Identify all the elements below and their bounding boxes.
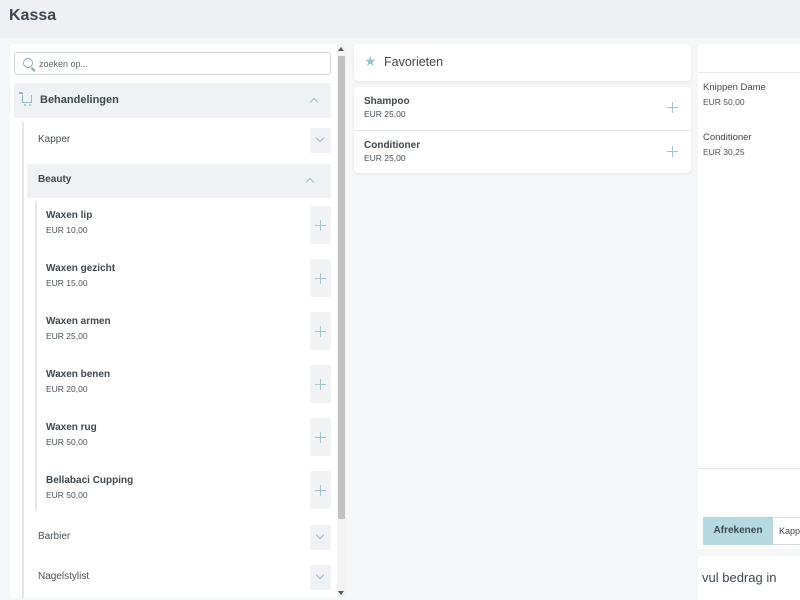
- plus-icon[interactable]: [667, 102, 678, 113]
- service-item: Bellabaci Cupping EUR 50,00: [39, 467, 331, 517]
- favorite-name: Conditioner: [364, 140, 421, 151]
- favorites-header: ★ Favorieten: [354, 44, 691, 81]
- service-price: EUR 50,00: [46, 490, 88, 500]
- category-header-behandelingen[interactable]: Behandelingen: [14, 83, 331, 118]
- scrollbar[interactable]: [337, 44, 346, 598]
- cart-icon: [19, 92, 32, 106]
- expand-button[interactable]: [310, 128, 331, 153]
- search-icon: [23, 58, 33, 68]
- service-name: Waxen benen: [46, 369, 111, 380]
- cart-divider: [698, 468, 800, 469]
- service-name: Bellabaci Cupping: [46, 475, 134, 486]
- add-button[interactable]: [310, 259, 331, 297]
- favorite-item[interactable]: Shampoo EUR 25,00: [354, 87, 691, 130]
- scroll-down-arrow-icon[interactable]: [338, 591, 344, 595]
- service-item: Waxen armen EUR 25,00: [39, 308, 331, 358]
- plus-icon: [315, 273, 326, 284]
- subcategory-label: Barbier: [38, 531, 71, 542]
- service-name: Waxen lip: [46, 210, 93, 221]
- service-price: EUR 20,00: [46, 384, 88, 394]
- scrollbar-thumb[interactable]: [338, 56, 345, 519]
- cart-line-name: Conditioner: [703, 132, 752, 143]
- service-item: Waxen lip EUR 10,00: [39, 202, 331, 252]
- top-bar: Kassa: [0, 0, 800, 38]
- favorite-price: EUR 25,00: [364, 153, 406, 163]
- plus-icon: [315, 432, 326, 443]
- cart-line-price: EUR 50,00: [703, 97, 745, 107]
- checkout-button[interactable]: Afrekenen: [703, 517, 773, 545]
- service-price: EUR 50,00: [46, 437, 88, 447]
- add-button[interactable]: [310, 206, 331, 244]
- cart-header: [698, 44, 800, 73]
- search-input[interactable]: [39, 55, 324, 72]
- cart-panel: Knippen Dame EUR 50,00 Conditioner EUR 3…: [698, 44, 800, 549]
- add-button[interactable]: [310, 418, 331, 456]
- chevron-down-icon: [315, 133, 325, 143]
- plus-icon[interactable]: [667, 146, 678, 157]
- add-button[interactable]: [310, 365, 331, 403]
- subcategory-kapper[interactable]: Kapper: [27, 124, 331, 158]
- chevron-down-icon: [315, 530, 325, 540]
- service-price: EUR 10,00: [46, 225, 88, 235]
- favorites-list: Shampoo EUR 25,00 Conditioner EUR 25,00: [354, 87, 691, 173]
- service-price: EUR 15,00: [46, 278, 88, 288]
- plus-icon: [315, 485, 326, 496]
- staff-tab[interactable]: Kappers: [773, 517, 800, 545]
- service-price: EUR 25,00: [46, 331, 88, 341]
- favorite-item[interactable]: Conditioner EUR 25,00: [354, 130, 691, 173]
- subcategory-barbier[interactable]: Barbier: [27, 521, 331, 555]
- tree-line-beauty: [35, 201, 37, 511]
- subcategory-nagelstylist[interactable]: Nagelstylist: [27, 561, 331, 595]
- subcategory-label: Beauty: [38, 174, 72, 185]
- service-catalog-panel: Behandelingen Kapper Beauty Waxen lip EU…: [10, 44, 346, 598]
- cart-line-name: Knippen Dame: [703, 82, 766, 93]
- expand-button[interactable]: [310, 565, 331, 590]
- app-title: Kassa: [9, 7, 57, 24]
- favorite-name: Shampoo: [364, 96, 410, 107]
- add-button[interactable]: [310, 471, 331, 509]
- subcategory-beauty[interactable]: Beauty: [27, 164, 331, 198]
- amount-box: [698, 556, 800, 600]
- tree-line: [22, 122, 24, 598]
- subcategory-label: Kapper: [38, 134, 71, 145]
- star-icon: ★: [364, 53, 377, 69]
- favorites-title: Favorieten: [384, 55, 444, 69]
- amount-input[interactable]: [702, 566, 800, 588]
- cart-line-price: EUR 30,25: [703, 147, 745, 157]
- scroll-up-arrow-icon[interactable]: [338, 47, 344, 51]
- add-button[interactable]: [310, 312, 331, 350]
- chevron-up-icon[interactable]: [309, 97, 319, 107]
- service-item: Waxen gezicht EUR 15,00: [39, 255, 331, 305]
- category-label: Behandelingen: [40, 94, 119, 106]
- service-name: Waxen gezicht: [46, 263, 116, 274]
- plus-icon: [315, 379, 326, 390]
- service-name: Waxen armen: [46, 316, 111, 327]
- plus-icon: [315, 326, 326, 337]
- subcategory-label: Nagelstylist: [38, 571, 90, 582]
- chevron-up-icon[interactable]: [305, 177, 315, 187]
- favorite-price: EUR 25,00: [364, 109, 406, 119]
- search-box[interactable]: [14, 52, 331, 75]
- service-item: Waxen rug EUR 50,00: [39, 414, 331, 464]
- service-item: Waxen benen EUR 20,00: [39, 361, 331, 411]
- chevron-down-icon: [315, 570, 325, 580]
- plus-icon: [315, 220, 326, 231]
- expand-button[interactable]: [310, 525, 331, 550]
- service-name: Waxen rug: [46, 422, 97, 433]
